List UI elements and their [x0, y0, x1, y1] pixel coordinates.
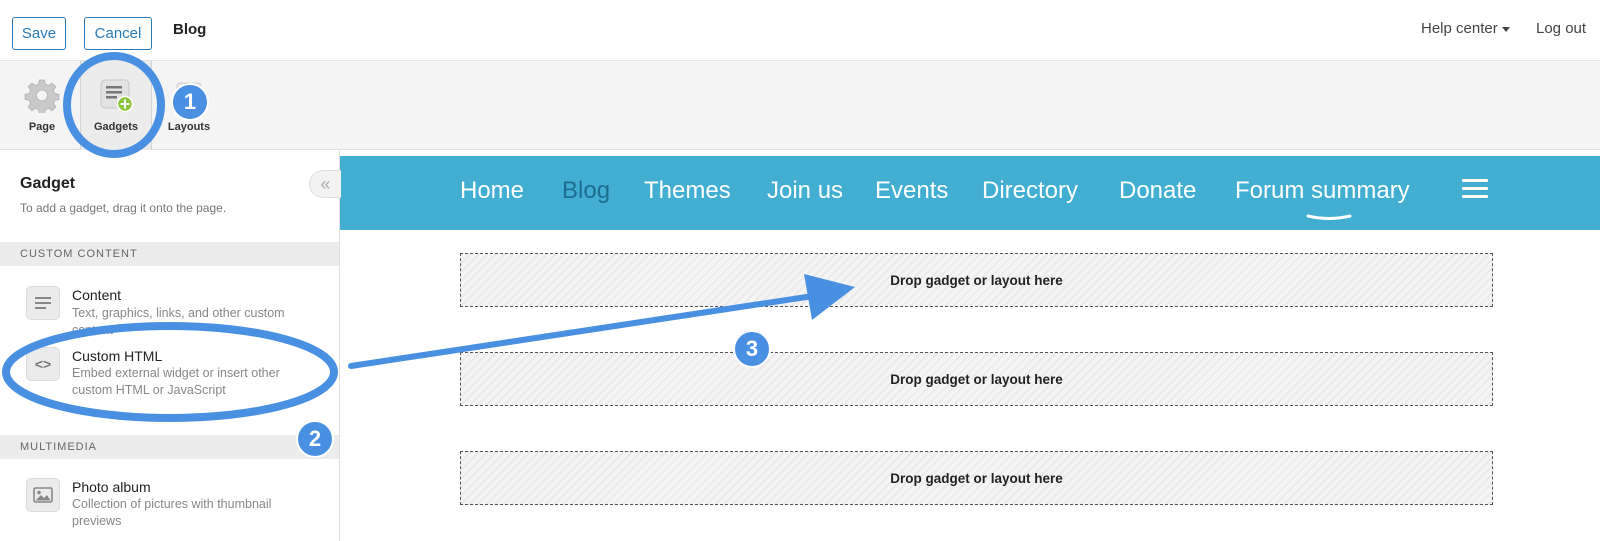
toolbar-page-label: Page — [28, 121, 56, 133]
step-badge-3: 3 — [733, 330, 771, 368]
active-underline-mark — [1306, 214, 1352, 220]
site-nav-bar — [340, 156, 1600, 230]
drop-zone[interactable]: Drop gadget or layout here — [460, 253, 1493, 307]
hamburger-menu-icon[interactable] — [1462, 179, 1488, 201]
image-glyph — [33, 487, 53, 503]
gadget-item-custom-html[interactable]: <> Custom HTML Embed external widget or … — [0, 343, 339, 403]
gadget-description: Collection of pictures with thumbnail pr… — [72, 497, 272, 528]
toolbar-gadgets-label: Gadgets — [93, 121, 138, 133]
gadget-name: Custom HTML — [72, 348, 163, 364]
help-center-menu[interactable]: Help center — [1421, 20, 1510, 37]
gear-icon — [24, 79, 60, 113]
sidebar-subtitle: To add a gadget, drag it onto the page. — [20, 201, 227, 215]
cancel-button[interactable]: Cancel — [84, 17, 152, 50]
gadget-item-content[interactable]: Content Text, graphics, links, and other… — [0, 282, 339, 340]
drop-zone[interactable]: Drop gadget or layout here — [460, 451, 1493, 505]
gadget-description: Text, graphics, links, and other custom … — [72, 306, 285, 337]
nav-item-events[interactable]: Events — [875, 177, 948, 205]
drop-zone[interactable]: Drop gadget or layout here — [460, 352, 1493, 406]
nav-item-join-us[interactable]: Join us — [767, 177, 843, 205]
nav-item-home[interactable]: Home — [460, 177, 524, 205]
content-lines-icon — [26, 286, 60, 320]
gadget-item-photo-album[interactable]: Photo album Collection of pictures with … — [0, 474, 339, 534]
toolbar-gadgets-button[interactable]: Gadgets — [80, 61, 152, 150]
gadget-name: Photo album — [72, 479, 151, 495]
image-icon — [26, 478, 60, 512]
hamburger-line — [1462, 179, 1488, 182]
toolbar-layouts-label: Layouts — [167, 121, 211, 133]
section-header-multimedia: MULTIMEDIA — [0, 435, 339, 459]
sidebar-title: Gadget — [20, 175, 76, 192]
nav-item-forum-summary[interactable]: Forum summary — [1235, 177, 1410, 205]
hamburger-line — [1462, 195, 1488, 198]
page-name: Blog — [173, 21, 207, 38]
content-lines-glyph — [35, 297, 51, 309]
nav-item-themes[interactable]: Themes — [644, 177, 731, 205]
nav-item-blog[interactable]: Blog — [562, 177, 610, 205]
gadget-sidebar: Gadget To add a gadget, drag it onto the… — [0, 150, 340, 541]
top-bar: Save Cancel Blog Help center Log out — [0, 0, 1600, 61]
gadget-description: Embed external widget or insert other cu… — [72, 366, 280, 397]
gadget-add-icon — [100, 79, 134, 113]
code-brackets-icon: <> — [26, 347, 60, 381]
help-center-label: Help center — [1421, 20, 1498, 37]
editor-toolbar: Page Gadgets Layouts — [0, 61, 1600, 150]
collapse-sidebar-button[interactable]: « — [309, 170, 341, 198]
nav-item-donate[interactable]: Donate — [1119, 177, 1196, 205]
save-button[interactable]: Save — [12, 17, 66, 50]
toolbar-page-button[interactable]: Page — [6, 61, 78, 150]
caret-down-icon — [1501, 26, 1510, 32]
nav-item-directory[interactable]: Directory — [982, 177, 1078, 205]
logout-link[interactable]: Log out — [1536, 20, 1586, 37]
hamburger-line — [1462, 187, 1488, 190]
section-header-custom-content: CUSTOM CONTENT — [0, 242, 339, 266]
step-badge-1: 1 — [171, 83, 209, 121]
step-badge-2: 2 — [296, 420, 334, 458]
gadget-name: Content — [72, 287, 122, 303]
